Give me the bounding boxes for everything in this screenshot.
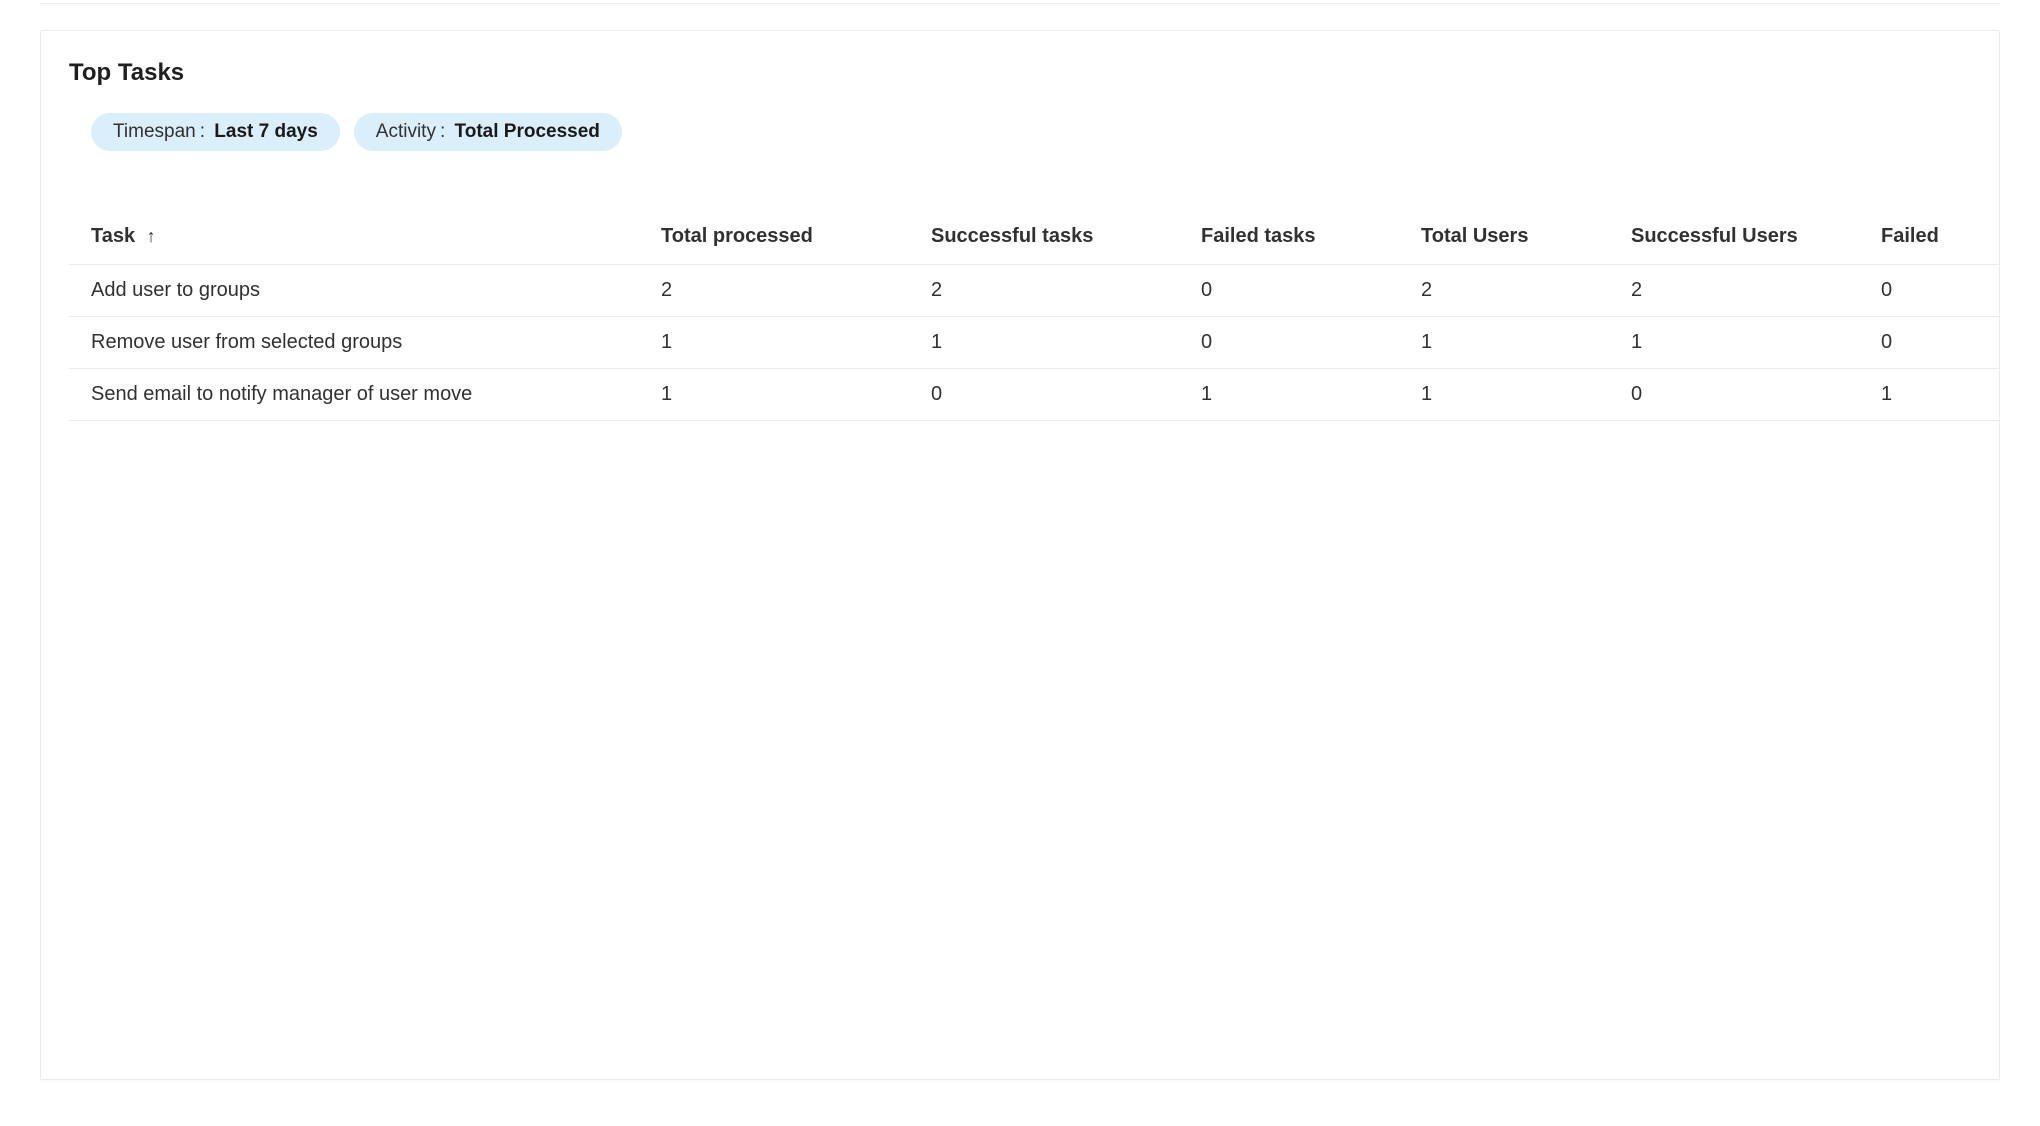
cell-failed-tasks: 0 (1179, 317, 1399, 369)
cell-successful-users: 1 (1609, 317, 1859, 369)
cell-failed: 0 (1859, 317, 1999, 369)
column-header-task[interactable]: Task ↑ (69, 209, 639, 265)
cell-successful-tasks: 0 (909, 369, 1179, 421)
cell-total-users: 1 (1399, 317, 1609, 369)
cell-successful-tasks: 1 (909, 317, 1179, 369)
timespan-filter-label: Timespan (113, 121, 196, 143)
table-header-row: Task ↑ Total processed Successful tasks … (69, 209, 1999, 265)
activity-filter-pill[interactable]: Activity : Total Processed (354, 113, 622, 151)
sort-ascending-icon: ↑ (147, 226, 156, 247)
cell-successful-users: 2 (1609, 265, 1859, 317)
card-title: Top Tasks (69, 59, 1999, 87)
table-wrap: Task ↑ Total processed Successful tasks … (69, 209, 1999, 421)
cell-failed: 0 (1859, 265, 1999, 317)
timespan-filter-value: Last 7 days (214, 121, 318, 143)
cell-failed-tasks: 1 (1179, 369, 1399, 421)
column-header-task-label: Task (91, 225, 135, 247)
cell-task: Add user to groups (69, 265, 639, 317)
cell-task: Send email to notify manager of user mov… (69, 369, 639, 421)
cell-task: Remove user from selected groups (69, 317, 639, 369)
cell-successful-tasks: 2 (909, 265, 1179, 317)
timespan-filter-pill[interactable]: Timespan : Last 7 days (91, 113, 340, 151)
cell-total-processed: 1 (639, 317, 909, 369)
column-header-total-processed[interactable]: Total processed (639, 209, 909, 265)
column-header-total-users[interactable]: Total Users (1399, 209, 1609, 265)
activity-filter-value: Total Processed (455, 121, 600, 143)
activity-filter-sep: : (440, 121, 451, 143)
filter-pills: Timespan : Last 7 days Activity : Total … (69, 113, 1999, 151)
cell-total-users: 1 (1399, 369, 1609, 421)
top-divider (40, 0, 2000, 4)
table-row[interactable]: Send email to notify manager of user mov… (69, 369, 1999, 421)
cell-failed: 1 (1859, 369, 1999, 421)
cell-total-processed: 1 (639, 369, 909, 421)
column-header-failed-tasks[interactable]: Failed tasks (1179, 209, 1399, 265)
cell-total-processed: 2 (639, 265, 909, 317)
column-header-successful-users[interactable]: Successful Users (1609, 209, 1859, 265)
table-row[interactable]: Remove user from selected groups 1 1 0 1… (69, 317, 1999, 369)
cell-failed-tasks: 0 (1179, 265, 1399, 317)
top-tasks-table: Task ↑ Total processed Successful tasks … (69, 209, 1999, 421)
column-header-successful-tasks[interactable]: Successful tasks (909, 209, 1179, 265)
top-tasks-card: Top Tasks Timespan : Last 7 days Activit… (40, 30, 2000, 1080)
cell-total-users: 2 (1399, 265, 1609, 317)
timespan-filter-sep: : (200, 121, 211, 143)
cell-successful-users: 0 (1609, 369, 1859, 421)
activity-filter-label: Activity (376, 121, 436, 143)
table-row[interactable]: Add user to groups 2 2 0 2 2 0 (69, 265, 1999, 317)
column-header-failed[interactable]: Failed (1859, 209, 1999, 265)
